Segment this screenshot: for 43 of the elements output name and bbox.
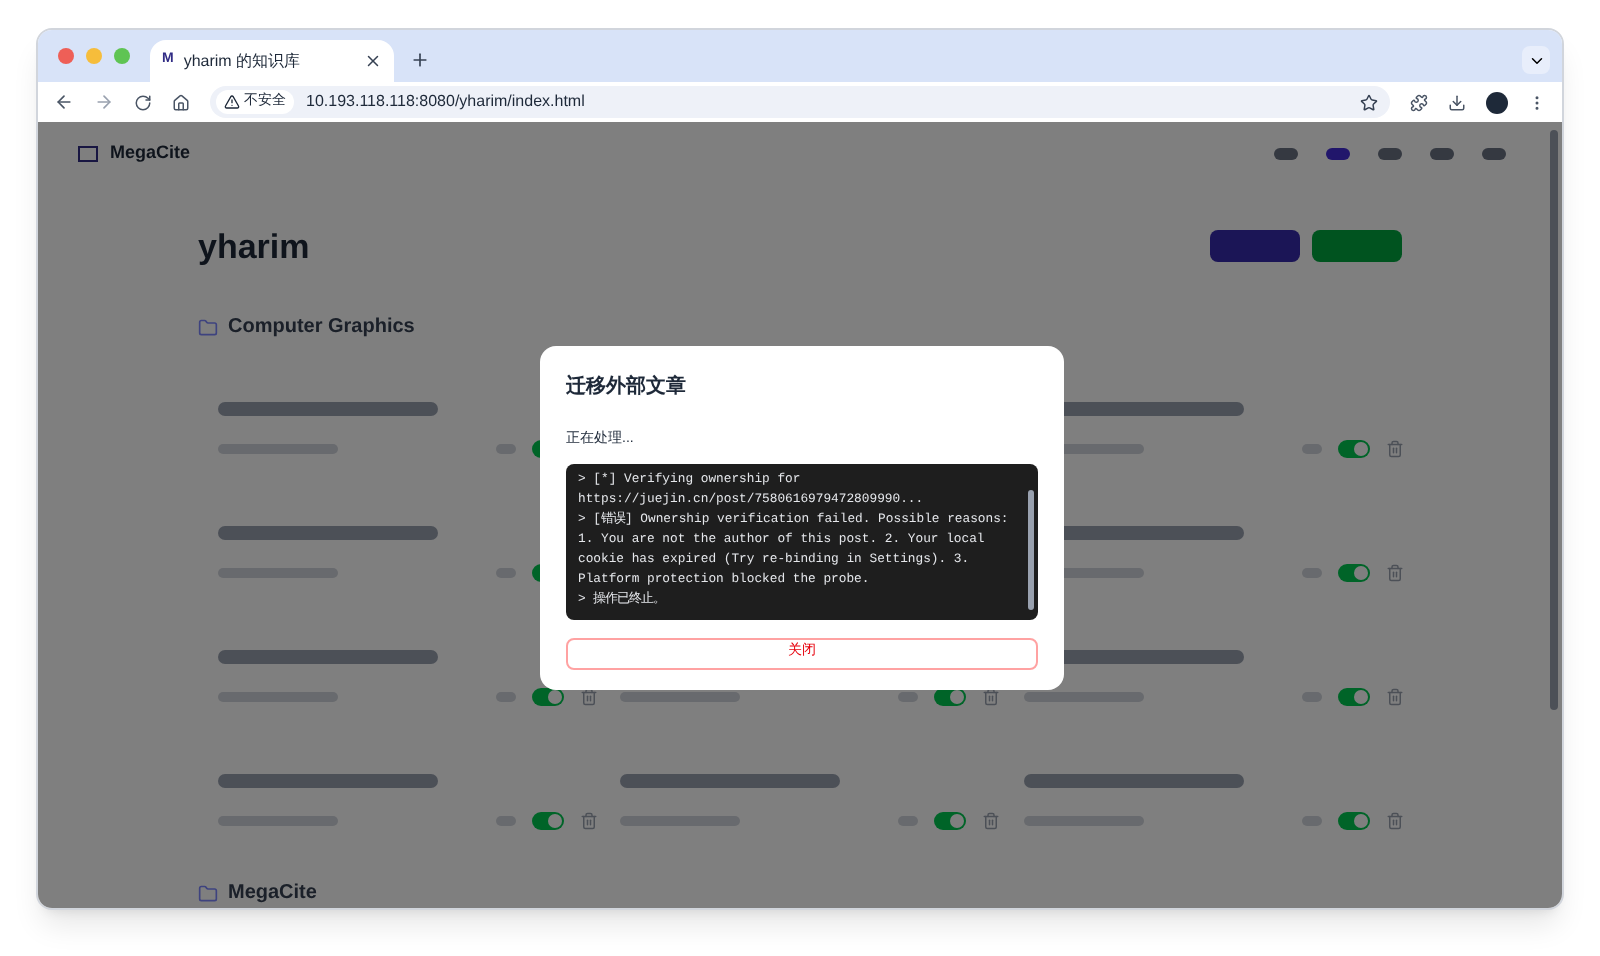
secondary-button[interactable]: [1312, 230, 1402, 263]
tab-list-button[interactable]: [1522, 46, 1550, 74]
blurred-meta-bar: [1023, 692, 1144, 702]
close-tab-icon[interactable]: [364, 52, 382, 70]
blurred-label-bar: [898, 692, 919, 702]
nav-link[interactable]: [1326, 147, 1350, 160]
site-logo-text: MegaCite: [110, 140, 191, 166]
toggle-switch[interactable]: [1337, 440, 1370, 458]
primary-button[interactable]: [1210, 230, 1300, 263]
scrollbar-thumb[interactable]: [1550, 130, 1558, 710]
extensions-icon[interactable]: [1410, 93, 1428, 111]
home-icon[interactable]: [172, 93, 190, 111]
forward-icon[interactable]: [94, 92, 114, 112]
toggle-switch[interactable]: [1337, 688, 1370, 706]
nav-link[interactable]: [1274, 147, 1298, 160]
nav-link[interactable]: [1482, 147, 1506, 160]
close-window-icon[interactable]: [58, 48, 74, 64]
tab-title: yharim 的知识库: [183, 49, 303, 73]
section-title: MegaCite: [228, 880, 317, 908]
new-tab-icon[interactable]: [410, 50, 430, 70]
back-icon[interactable]: [54, 92, 74, 112]
warning-icon: [224, 94, 240, 110]
folder-icon: [198, 317, 218, 337]
toggle-switch[interactable]: [1337, 812, 1370, 830]
profile-avatar[interactable]: [1486, 91, 1508, 113]
bookmark-star-icon[interactable]: [1360, 93, 1378, 111]
url-text: 10.193.118.118:8080/yharim/index.html: [306, 90, 587, 114]
toggle-switch[interactable]: [934, 812, 967, 830]
folder-icon: [198, 883, 218, 903]
toggle-switch[interactable]: [532, 812, 564, 830]
scrollbar-thumb[interactable]: [1028, 489, 1034, 609]
toggle-switch[interactable]: [532, 688, 564, 706]
blurred-meta-bar: [620, 692, 741, 702]
download-icon[interactable]: [1448, 93, 1466, 111]
nav-link[interactable]: [1378, 147, 1402, 160]
maximize-window-icon[interactable]: [114, 48, 130, 64]
page-title: yharim: [198, 225, 310, 269]
dialog-title: 迁移外部文章: [566, 372, 688, 402]
nav-link[interactable]: [1430, 147, 1454, 160]
reload-icon[interactable]: [134, 93, 152, 111]
toggle-switch[interactable]: [1337, 564, 1370, 582]
section-title: Computer Graphics: [228, 314, 415, 342]
logo-mark-icon: [78, 145, 98, 162]
